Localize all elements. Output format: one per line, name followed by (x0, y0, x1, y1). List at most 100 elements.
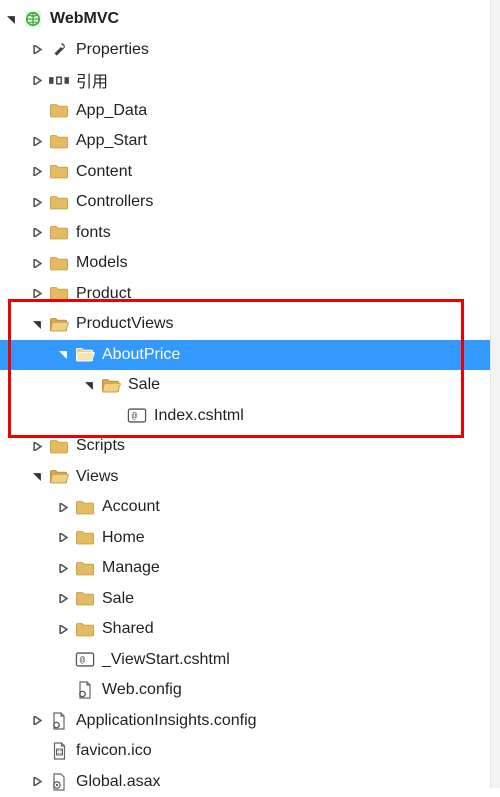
expand-arrow-closed-icon[interactable] (26, 259, 48, 268)
expand-arrow-open-icon[interactable] (0, 15, 22, 24)
tree-node-shared[interactable]: Shared (0, 614, 500, 645)
wrench-icon (48, 39, 70, 61)
folder-icon (48, 435, 70, 457)
expand-arrow-closed-icon[interactable] (26, 45, 48, 54)
expand-arrow-closed-icon[interactable] (52, 503, 74, 512)
folder-open-icon (74, 344, 96, 366)
folder-icon (48, 222, 70, 244)
folder-open-icon (48, 313, 70, 335)
config-file-icon (74, 679, 96, 701)
tree-node-scripts[interactable]: Scripts (0, 431, 500, 462)
node-label: Sale (128, 376, 160, 394)
folder-icon (74, 557, 96, 579)
folder-icon (48, 100, 70, 122)
node-label: Global.asax (76, 773, 161, 791)
node-label: Index.cshtml (154, 407, 244, 425)
tree-node-product[interactable]: Product (0, 279, 500, 310)
tree-node-content[interactable]: Content (0, 157, 500, 188)
expand-arrow-open-icon[interactable] (52, 350, 74, 359)
expand-arrow-closed-icon[interactable] (26, 777, 48, 786)
node-label: Shared (102, 620, 154, 638)
config-file-icon (48, 710, 70, 732)
node-label: Sale (102, 590, 134, 608)
folder-icon (48, 161, 70, 183)
expand-arrow-closed-icon[interactable] (26, 228, 48, 237)
vertical-scrollbar[interactable] (490, 0, 500, 788)
cshtml-file-icon (126, 405, 148, 427)
expand-arrow-open-icon[interactable] (78, 381, 100, 390)
node-label: Web.config (102, 681, 182, 699)
expand-arrow-closed-icon[interactable] (26, 289, 48, 298)
asax-file-icon (48, 771, 70, 793)
node-label: App_Start (76, 132, 147, 150)
node-label: ProductViews (76, 315, 174, 333)
folder-icon (48, 283, 70, 305)
references-icon (48, 69, 70, 91)
tree-node-home[interactable]: Home (0, 523, 500, 554)
expand-arrow-closed-icon[interactable] (26, 167, 48, 176)
tree-node-models[interactable]: Models (0, 248, 500, 279)
expand-arrow-open-icon[interactable] (26, 320, 48, 329)
node-label: Account (102, 498, 160, 516)
node-label: WebMVC (50, 10, 119, 28)
tree-node-manage[interactable]: Manage (0, 553, 500, 584)
expand-arrow-closed-icon[interactable] (52, 594, 74, 603)
folder-icon (74, 618, 96, 640)
node-label: Home (102, 529, 145, 547)
expand-arrow-open-icon[interactable] (26, 472, 48, 481)
node-label: _ViewStart.cshtml (102, 651, 230, 669)
tree-node-properties[interactable]: Properties (0, 35, 500, 66)
solution-explorer-tree[interactable]: WebMVC Properties 引用 App_Data App_Start … (0, 0, 500, 797)
tree-node-references[interactable]: 引用 (0, 65, 500, 96)
node-label: Scripts (76, 437, 125, 455)
tree-node-productviews[interactable]: ProductViews (0, 309, 500, 340)
tree-node-index-cshtml[interactable]: Index.cshtml (0, 401, 500, 432)
tree-node-app-start[interactable]: App_Start (0, 126, 500, 157)
tree-node-aboutprice[interactable]: AboutPrice (0, 340, 500, 371)
node-label: Views (76, 468, 118, 486)
folder-icon (74, 527, 96, 549)
cshtml-file-icon (74, 649, 96, 671)
expand-arrow-closed-icon[interactable] (26, 716, 48, 725)
tree-node-account[interactable]: Account (0, 492, 500, 523)
expand-arrow-closed-icon[interactable] (26, 76, 48, 85)
node-label: Controllers (76, 193, 153, 211)
expand-arrow-closed-icon[interactable] (26, 198, 48, 207)
node-label: fonts (76, 224, 111, 242)
expand-arrow-closed-icon[interactable] (52, 625, 74, 634)
tree-node-webconfig[interactable]: Web.config (0, 675, 500, 706)
folder-icon (48, 191, 70, 213)
folder-icon (48, 130, 70, 152)
project-globe-icon (22, 8, 44, 30)
expand-arrow-closed-icon[interactable] (52, 533, 74, 542)
expand-arrow-closed-icon[interactable] (26, 137, 48, 146)
tree-node-appinsights[interactable]: ApplicationInsights.config (0, 706, 500, 737)
folder-icon (74, 588, 96, 610)
tree-node-views[interactable]: Views (0, 462, 500, 493)
tree-node-globalasax[interactable]: Global.asax (0, 767, 500, 797)
node-label: Manage (102, 559, 160, 577)
node-label: Product (76, 285, 131, 303)
expand-arrow-closed-icon[interactable] (52, 564, 74, 573)
tree-node-sale[interactable]: Sale (0, 370, 500, 401)
tree-node-viewstart[interactable]: _ViewStart.cshtml (0, 645, 500, 676)
node-label: favicon.ico (76, 742, 152, 760)
folder-open-icon (100, 374, 122, 396)
tree-node-fonts[interactable]: fonts (0, 218, 500, 249)
node-label: Models (76, 254, 128, 272)
node-label: AboutPrice (102, 346, 180, 364)
tree-node-app-data[interactable]: App_Data (0, 96, 500, 127)
tree-node-controllers[interactable]: Controllers (0, 187, 500, 218)
expand-arrow-closed-icon[interactable] (26, 442, 48, 451)
folder-icon (74, 496, 96, 518)
folder-open-icon (48, 466, 70, 488)
tree-node-views-sale[interactable]: Sale (0, 584, 500, 615)
tree-node-project-root[interactable]: WebMVC (0, 4, 500, 35)
tree-node-favicon[interactable]: favicon.ico (0, 736, 500, 767)
node-label: 引用 (76, 68, 108, 92)
ico-file-icon (48, 740, 70, 762)
node-label: App_Data (76, 102, 147, 120)
node-label: ApplicationInsights.config (76, 712, 257, 730)
node-label: Content (76, 163, 132, 181)
node-label: Properties (76, 41, 149, 59)
